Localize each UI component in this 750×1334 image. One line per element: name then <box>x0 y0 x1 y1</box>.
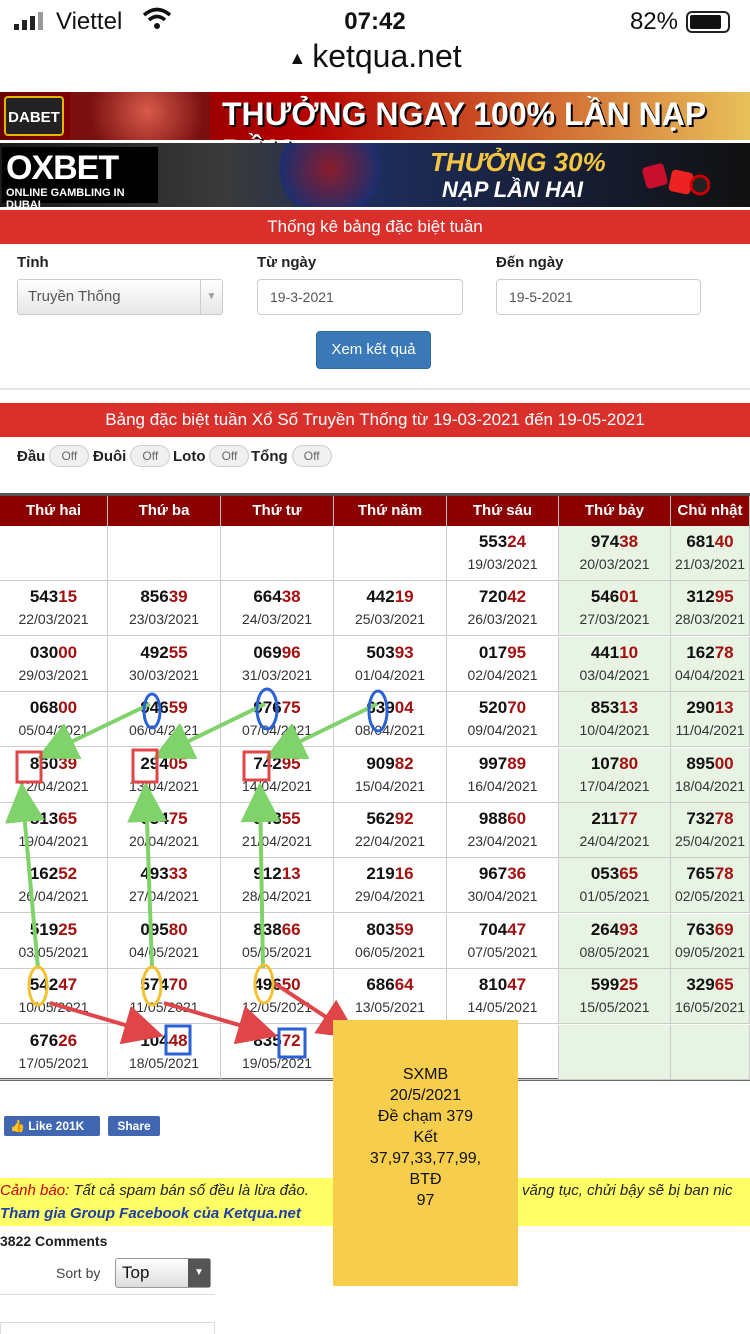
note-line: 97 <box>416 1192 435 1209</box>
green-arrow <box>4 782 45 969</box>
red-highlight-box <box>131 748 159 784</box>
note-line: BTĐ <box>409 1171 442 1188</box>
note-line: 20/5/2021 <box>389 1087 462 1104</box>
blue-highlight-oval <box>367 689 389 733</box>
blue-highlight-box <box>164 1024 192 1056</box>
yellow-highlight-oval <box>253 963 275 1005</box>
yellow-highlight-oval <box>27 965 49 1007</box>
note-line: 37,97,33,77,99, <box>369 1150 482 1167</box>
blue-highlight-oval <box>142 692 162 730</box>
blue-highlight-box <box>277 1027 307 1059</box>
red-arrow <box>49 1001 164 1045</box>
screen: Viettel 07:42 82% ▲ ketqua.net DABET THƯỞ… <box>0 0 750 1334</box>
green-arrow <box>240 782 281 969</box>
green-arrow <box>36 702 151 760</box>
red-highlight-box <box>15 750 43 784</box>
green-arrow <box>264 702 378 760</box>
green-arrow <box>152 702 266 760</box>
red-highlight-box <box>242 750 271 782</box>
green-arrow <box>127 782 168 969</box>
blue-highlight-oval <box>255 687 279 731</box>
yellow-highlight-oval <box>141 965 163 1007</box>
note-line: Đề chạm 379 <box>377 1108 474 1125</box>
note-line: SXMB <box>402 1066 449 1083</box>
sticky-note: SXMB 20/5/2021 Đề chạm 379 Kết 37,97,33,77,9… <box>333 1020 518 1286</box>
note-line: Kết <box>413 1129 438 1146</box>
red-arrow <box>163 1001 278 1045</box>
